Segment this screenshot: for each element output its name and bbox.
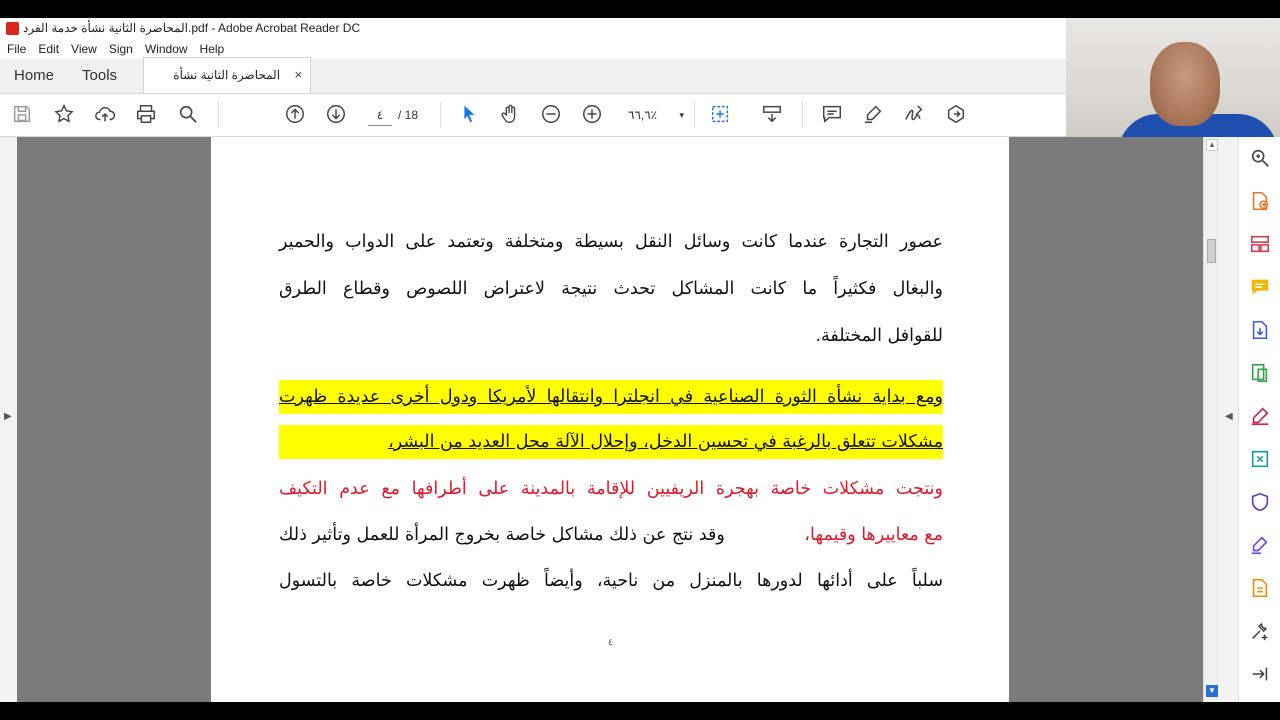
zoom-in-icon[interactable] bbox=[580, 102, 604, 126]
acrobat-app-icon bbox=[6, 22, 19, 35]
share-icon[interactable] bbox=[944, 102, 968, 126]
toolbar-separator bbox=[218, 102, 219, 128]
toolbar-separator bbox=[694, 102, 695, 128]
red-text-line: ونتجت مشكلات خاصة بهجرة الريفيين للإقامة… bbox=[279, 479, 943, 499]
bookmark-star-icon[interactable] bbox=[52, 102, 76, 126]
comment-panel-icon[interactable] bbox=[1247, 274, 1273, 300]
fit-page-icon[interactable] bbox=[708, 102, 732, 126]
zoom-out-icon[interactable] bbox=[539, 102, 563, 126]
page-up-icon[interactable] bbox=[283, 102, 307, 126]
toolbar-separator bbox=[802, 102, 803, 128]
fill-sign-icon[interactable] bbox=[1247, 403, 1273, 429]
tab-bar: Home Tools المحاضرة الثانية نشأة خدم... … bbox=[0, 57, 1066, 116]
zoom-level-select[interactable]: ٦٦,٦٪ ▾ bbox=[628, 104, 686, 126]
create-pdf-icon[interactable] bbox=[1247, 317, 1273, 343]
window-title: المحاضرة الثانية نشأة خدمة الفرد.pdf - A… bbox=[23, 21, 361, 35]
menu-bar: File Edit View Sign Window Help bbox=[0, 39, 1066, 59]
text-fragment: وقد نتج عن ذلك مشاكل خاصة بخروج المرأة ل… bbox=[279, 525, 725, 545]
menu-file[interactable]: File bbox=[7, 42, 26, 56]
tab-document[interactable]: المحاضرة الثانية نشأة خدم... × bbox=[143, 57, 312, 116]
mixed-text-line: مع معاييرها وقيمها، وقد نتج عن ذلك مشاكل… bbox=[279, 525, 943, 545]
scroll-mode-icon[interactable] bbox=[760, 102, 784, 126]
highlighted-text-line: مشكلات تتعلق بالرغبة في تحسين الدخل، وإح… bbox=[279, 425, 943, 459]
protect-icon[interactable] bbox=[1247, 489, 1273, 515]
left-pane-collapsed[interactable]: ▶ bbox=[0, 137, 17, 702]
collapse-right-pane-icon[interactable]: ◀ bbox=[1225, 411, 1233, 422]
organize-pages-icon[interactable] bbox=[1247, 231, 1273, 257]
expand-left-pane-icon[interactable]: ▶ bbox=[4, 411, 12, 422]
menu-view[interactable]: View bbox=[71, 42, 97, 56]
pdf-page: عصور التجارة عندما كانت وسائل النقل بسيط… bbox=[211, 137, 1009, 702]
scroll-down-icon[interactable]: ▼ bbox=[1206, 685, 1218, 697]
tab-home[interactable]: Home bbox=[0, 58, 68, 93]
hand-icon[interactable] bbox=[498, 102, 522, 126]
text-line: عصور التجارة عندما كانت وسائل النقل بسيط… bbox=[279, 232, 943, 252]
chevron-down-icon: ▾ bbox=[679, 110, 684, 120]
page-down-icon[interactable] bbox=[324, 102, 348, 126]
tab-tools[interactable]: Tools bbox=[68, 58, 131, 93]
menu-window[interactable]: Window bbox=[145, 42, 188, 56]
export-pdf-icon[interactable] bbox=[1247, 188, 1273, 214]
menu-help[interactable]: Help bbox=[200, 42, 225, 56]
scroll-thumb[interactable] bbox=[1207, 239, 1216, 263]
more-tools-icon[interactable] bbox=[1247, 575, 1273, 601]
print-icon[interactable] bbox=[134, 102, 158, 126]
page-total: / 18 bbox=[398, 108, 419, 122]
text-line: والبغال فكثيراً ما كانت المشاكل تحدث نتي… bbox=[279, 279, 943, 299]
send-for-signature-icon[interactable] bbox=[1247, 532, 1273, 558]
title-bar: المحاضرة الثانية نشأة خدمة الفرد.pdf - A… bbox=[0, 18, 1066, 39]
menu-sign[interactable]: Sign bbox=[109, 42, 133, 56]
close-tab-icon[interactable]: × bbox=[294, 58, 302, 92]
text-line: للقوافل المختلفة. bbox=[815, 326, 943, 346]
edit-pdf-icon[interactable] bbox=[1247, 360, 1273, 386]
text-line: سلباً على أدائها لدورها بالمنزل من ناحية… bbox=[279, 571, 943, 591]
vertical-scrollbar[interactable]: ▲ ▼ bbox=[1203, 137, 1219, 702]
sign-icon[interactable] bbox=[902, 102, 926, 126]
toolbar: ٤ / 18 ٦٦,٦٪ ▾ bbox=[0, 94, 1066, 137]
zoom-search-icon[interactable] bbox=[176, 102, 200, 126]
highlight-pen-icon[interactable] bbox=[861, 102, 885, 126]
comment-icon[interactable] bbox=[820, 102, 844, 126]
presenter-head bbox=[1150, 42, 1220, 126]
page-number-input[interactable]: ٤ bbox=[368, 104, 392, 126]
page-footer-number: ٤ bbox=[608, 637, 613, 647]
upload-cloud-icon[interactable] bbox=[93, 102, 117, 126]
select-arrow-icon[interactable] bbox=[457, 102, 481, 126]
right-pane-toggle[interactable]: ◀ bbox=[1219, 137, 1238, 702]
webcam-overlay bbox=[1066, 18, 1280, 137]
toolbar-separator bbox=[440, 102, 441, 128]
scroll-up-icon[interactable]: ▲ bbox=[1206, 139, 1218, 151]
add-tools-icon[interactable] bbox=[1247, 618, 1273, 644]
save-icon[interactable] bbox=[10, 102, 34, 126]
highlighted-text-line: ومع بداية نشأة الثورة الصناعية في انجلتر… bbox=[279, 380, 943, 414]
acrobat-window: المحاضرة الثانية نشأة خدمة الفرد.pdf - A… bbox=[0, 18, 1280, 702]
tools-pane bbox=[1238, 137, 1280, 702]
compress-icon[interactable] bbox=[1247, 446, 1273, 472]
collapse-panel-icon[interactable] bbox=[1247, 661, 1273, 687]
document-area: ▶ عصور التجارة عندما كانت وسائل النقل بس… bbox=[0, 137, 1222, 702]
search-panel-icon[interactable] bbox=[1247, 145, 1273, 171]
zoom-value: ٦٦,٦٪ bbox=[628, 108, 658, 122]
menu-edit[interactable]: Edit bbox=[38, 42, 59, 56]
red-text-fragment: مع معاييرها وقيمها، bbox=[804, 525, 943, 545]
